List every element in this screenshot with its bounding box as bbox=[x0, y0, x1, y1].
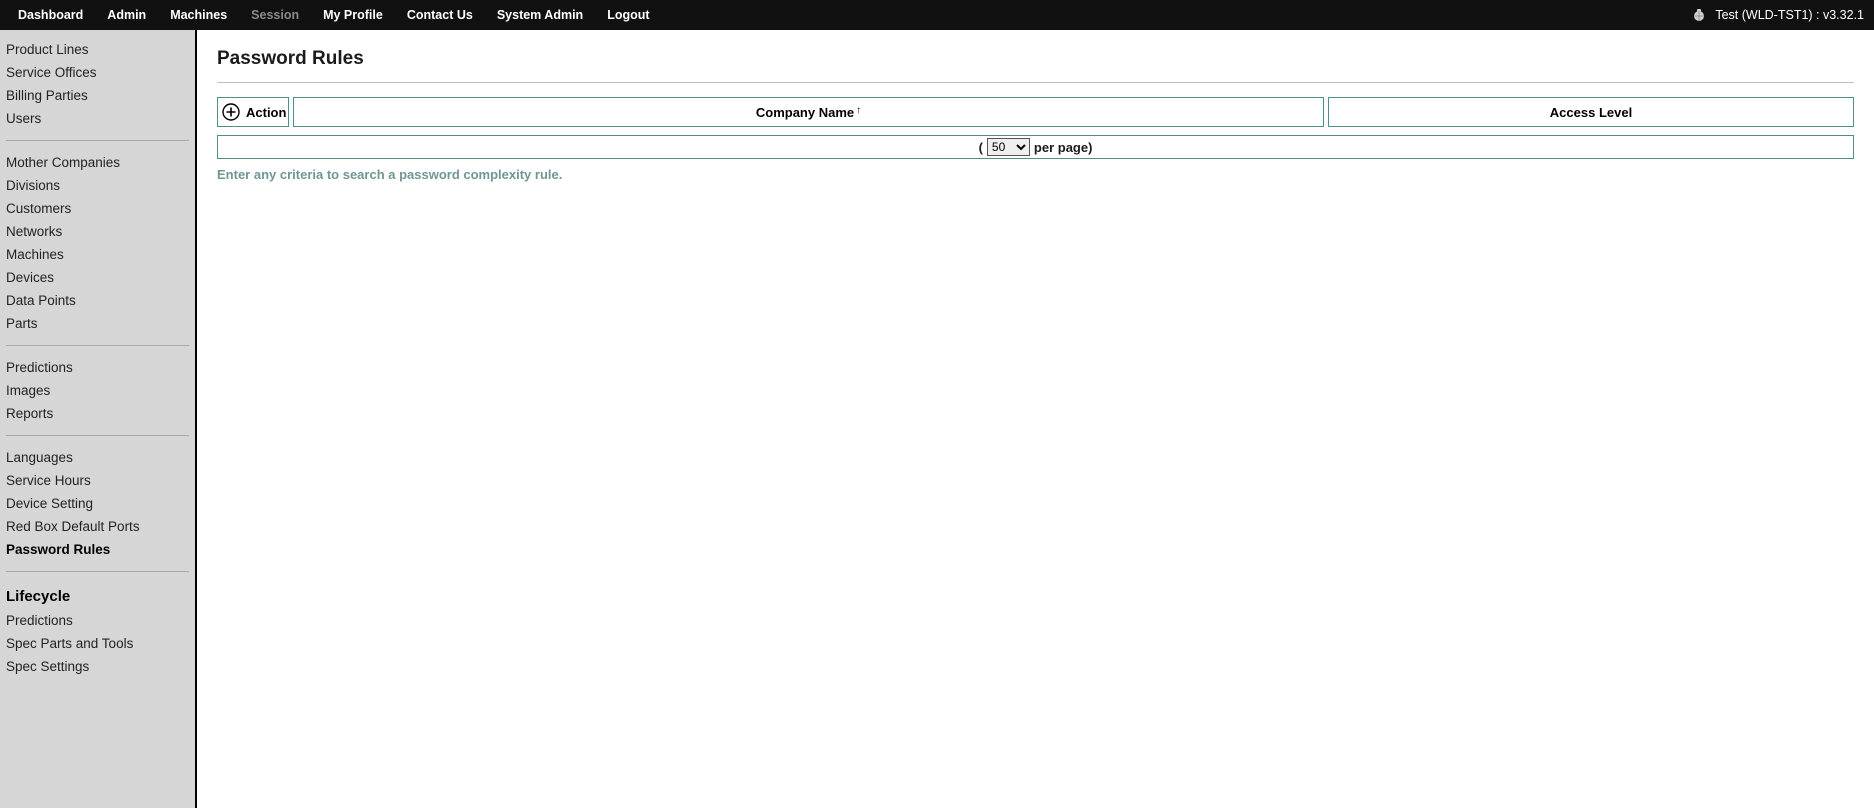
sidebar-parts[interactable]: Parts bbox=[6, 312, 189, 335]
pager-row: ( 102550100 per page) bbox=[217, 135, 1854, 159]
sidebar-networks[interactable]: Networks bbox=[6, 220, 189, 243]
sidebar-lc-predictions[interactable]: Predictions bbox=[6, 609, 189, 632]
column-header-action-label: Action bbox=[246, 105, 286, 120]
sidebar-data-points[interactable]: Data Points bbox=[6, 289, 189, 312]
pager-close-text: per page) bbox=[1034, 140, 1093, 155]
per-page-select[interactable]: 102550100 bbox=[987, 138, 1030, 156]
sidebar-predictions[interactable]: Predictions bbox=[6, 356, 189, 379]
nav-admin[interactable]: Admin bbox=[95, 0, 158, 30]
column-header-company-name-label: Company Name bbox=[756, 105, 854, 120]
page-title: Password Rules bbox=[217, 48, 1854, 70]
sidebar-lc-spec-parts-tools[interactable]: Spec Parts and Tools bbox=[6, 632, 189, 655]
header-bar: DashboardAdminMachinesSessionMy ProfileC… bbox=[0, 0, 1874, 30]
sidebar-heading-lifecycle: Lifecycle bbox=[6, 582, 189, 609]
sidebar-device-setting[interactable]: Device Setting bbox=[6, 492, 189, 515]
sidebar-reports[interactable]: Reports bbox=[6, 402, 189, 425]
sidebar-service-offices[interactable]: Service Offices bbox=[6, 61, 189, 84]
env-label: Test (WLD-TST1) : v3.32.1 bbox=[1715, 8, 1864, 22]
sidebar-customers[interactable]: Customers bbox=[6, 197, 189, 220]
sidebar-red-box-default-ports[interactable]: Red Box Default Ports bbox=[6, 515, 189, 538]
sidebar-service-hours[interactable]: Service Hours bbox=[6, 469, 189, 492]
table-header-row: Action Company Name ↑ Access Level bbox=[217, 97, 1854, 127]
search-hint: Enter any criteria to search a password … bbox=[217, 167, 1854, 182]
sidebar-users[interactable]: Users bbox=[6, 107, 189, 130]
nav-logout[interactable]: Logout bbox=[595, 0, 661, 30]
column-header-company-name[interactable]: Company Name ↑ bbox=[293, 97, 1324, 127]
sidebar-billing-parties[interactable]: Billing Parties bbox=[6, 84, 189, 107]
add-icon[interactable] bbox=[222, 103, 240, 121]
sidebar-divisions[interactable]: Divisions bbox=[6, 174, 189, 197]
header-right: Test (WLD-TST1) : v3.32.1 bbox=[1691, 7, 1868, 23]
column-header-access-level[interactable]: Access Level bbox=[1328, 97, 1854, 127]
sidebar-divider bbox=[6, 435, 189, 436]
sidebar-divider bbox=[6, 140, 189, 141]
nav-session[interactable]: Session bbox=[239, 0, 311, 30]
sidebar-lc-spec-settings[interactable]: Spec Settings bbox=[6, 655, 189, 678]
title-divider bbox=[217, 82, 1854, 83]
pager-open-paren: ( bbox=[979, 140, 983, 155]
sidebar-divider bbox=[6, 571, 189, 572]
sidebar-password-rules[interactable]: Password Rules bbox=[6, 538, 189, 561]
nav-dashboard[interactable]: Dashboard bbox=[6, 0, 95, 30]
nav-machines[interactable]: Machines bbox=[158, 0, 239, 30]
sidebar-languages[interactable]: Languages bbox=[6, 446, 189, 469]
globe-icon bbox=[1691, 7, 1707, 23]
nav-contact-us[interactable]: Contact Us bbox=[395, 0, 485, 30]
column-header-access-level-label: Access Level bbox=[1550, 105, 1632, 120]
nav-system-admin[interactable]: System Admin bbox=[485, 0, 595, 30]
sidebar-product-lines[interactable]: Product Lines bbox=[6, 38, 189, 61]
main-content: Password Rules Action Company Name ↑ Acc… bbox=[197, 30, 1874, 808]
nav-my-profile[interactable]: My Profile bbox=[311, 0, 395, 30]
sidebar-mother-companies[interactable]: Mother Companies bbox=[6, 151, 189, 174]
sidebar-machines[interactable]: Machines bbox=[6, 243, 189, 266]
sort-ascending-icon: ↑ bbox=[856, 105, 861, 116]
sidebar: Product LinesService OfficesBilling Part… bbox=[0, 30, 197, 808]
sidebar-images[interactable]: Images bbox=[6, 379, 189, 402]
column-header-action[interactable]: Action bbox=[217, 97, 289, 127]
sidebar-divider bbox=[6, 345, 189, 346]
header-nav: DashboardAdminMachinesSessionMy ProfileC… bbox=[6, 0, 662, 30]
sidebar-devices[interactable]: Devices bbox=[6, 266, 189, 289]
